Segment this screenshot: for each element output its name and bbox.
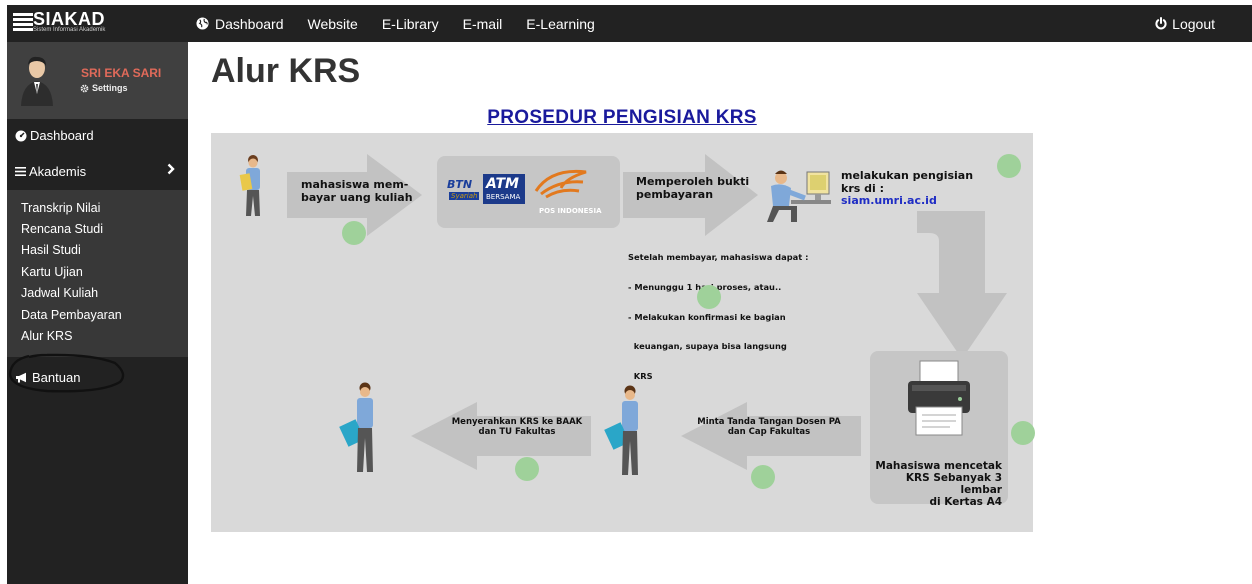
top-navbar: SIAKAD Sistem Informasi Akademik Dashboa… — [7, 5, 1252, 42]
power-icon — [1155, 17, 1167, 30]
logout-label: Logout — [1172, 15, 1215, 32]
globe-icon — [196, 17, 209, 30]
marker-dot — [515, 457, 539, 481]
krs-procedure-diagram: PROSEDUR PENGISIAN KRS mahasiswa mem- ba… — [211, 100, 1035, 532]
student-with-document-icon — [339, 382, 373, 472]
nav-website[interactable]: Website — [308, 16, 358, 32]
sidebar-item-dashboard[interactable]: Dashboard — [15, 128, 94, 143]
settings-label: Settings — [92, 83, 128, 93]
diagram-title: PROSEDUR PENGISIAN KRS — [487, 107, 757, 128]
chevron-right-icon[interactable] — [167, 163, 175, 175]
akademis-submenu: Transkrip Nilai Rencana Studi Hasil Stud… — [7, 190, 188, 357]
sidebar-item-akademis[interactable]: Akademis — [15, 164, 86, 179]
marker-dot — [697, 285, 721, 309]
nav-email[interactable]: E-mail — [463, 16, 503, 32]
page-title: Alur KRS — [211, 52, 361, 90]
step-print-text: Mahasiswa mencetak KRS Sebanyak 3 lembar… — [875, 460, 1002, 509]
submenu-rencana-studi[interactable]: Rencana Studi — [21, 222, 103, 236]
step-signature-text: Minta Tanda Tangan Dosen PA dan Cap Faku… — [697, 417, 841, 437]
avatar — [21, 56, 53, 106]
submenu-kartu-ujian[interactable]: Kartu Ujian — [21, 265, 83, 279]
pos-indonesia-label: POS INDONESIA — [539, 207, 602, 215]
marker-dot — [997, 154, 1021, 178]
marker-dot — [1011, 421, 1035, 445]
btn-logo: BTN — [447, 178, 473, 191]
logout-button[interactable]: Logout — [1155, 5, 1215, 42]
btn-syariah-label: Syariah — [449, 192, 480, 200]
dashboard-icon — [15, 130, 27, 141]
siam-url-link[interactable]: siam.umri.ac.id — [841, 195, 973, 208]
nav-dashboard[interactable]: Dashboard — [196, 16, 284, 32]
sidebar: SRI EKA SARI Settings Dashboard Akademis… — [7, 42, 188, 584]
atm-bersama-logo: ATM BERSAMA — [483, 174, 525, 204]
bars-icon — [15, 167, 26, 176]
step-pay-text: mahasiswa mem- bayar uang kuliah — [301, 178, 413, 204]
submenu-jadwal-kuliah[interactable]: Jadwal Kuliah — [21, 286, 98, 300]
menu-lines-icon — [13, 13, 33, 33]
submenu-data-pembayaran[interactable]: Data Pembayaran — [21, 308, 122, 322]
submenu-hasil-studi[interactable]: Hasil Studi — [21, 243, 81, 257]
step-fill-krs-text: melakukan pengisian krs di : siam.umri.a… — [841, 169, 974, 208]
student-figure-icon — [239, 155, 260, 216]
brand-subtitle: Sistem Informasi Akademik — [33, 27, 106, 33]
user-profile: SRI EKA SARI Settings — [7, 42, 188, 119]
marker-dot — [342, 221, 366, 245]
top-nav-links: Dashboard Website E-Library E-mail E-Lea… — [196, 5, 619, 42]
nav-elibrary[interactable]: E-Library — [382, 16, 439, 32]
computer-user-icon — [767, 170, 831, 222]
submenu-transkrip-nilai[interactable]: Transkrip Nilai — [21, 201, 100, 215]
payment-note-text: Setelah membayar, mahasiswa dapat : - Me… — [628, 251, 809, 382]
student-with-document-icon — [604, 385, 638, 475]
payment-partners-logos: BTN Syariah ATM BERSAMA POS INDONESIA — [437, 156, 620, 228]
brand-logo[interactable]: SIAKAD Sistem Informasi Akademik — [13, 8, 123, 38]
submenu-alur-krs[interactable]: Alur KRS — [21, 329, 72, 343]
step-proof-text: Memperoleh bukti pembayaran — [636, 175, 750, 201]
sidebar-item-label: Dashboard — [30, 128, 94, 143]
hand-drawn-circle-annotation — [8, 353, 125, 393]
gear-icon — [80, 84, 89, 92]
flow-arrow-down — [917, 211, 1007, 359]
printer-icon — [908, 360, 970, 436]
marker-dot — [751, 465, 775, 489]
sidebar-item-label: Akademis — [29, 164, 87, 179]
nav-dashboard-label: Dashboard — [215, 15, 284, 32]
settings-link[interactable]: Settings — [80, 83, 128, 93]
pos-indonesia-eagle-icon — [534, 169, 587, 199]
step-submit-text: Menyerahkan KRS ke BAAK dan TU Fakultas — [451, 417, 583, 437]
print-step-box: Mahasiswa mencetak KRS Sebanyak 3 lembar… — [870, 351, 1008, 508]
nav-elearning[interactable]: E-Learning — [526, 16, 595, 32]
user-name: SRI EKA SARI — [81, 66, 162, 80]
